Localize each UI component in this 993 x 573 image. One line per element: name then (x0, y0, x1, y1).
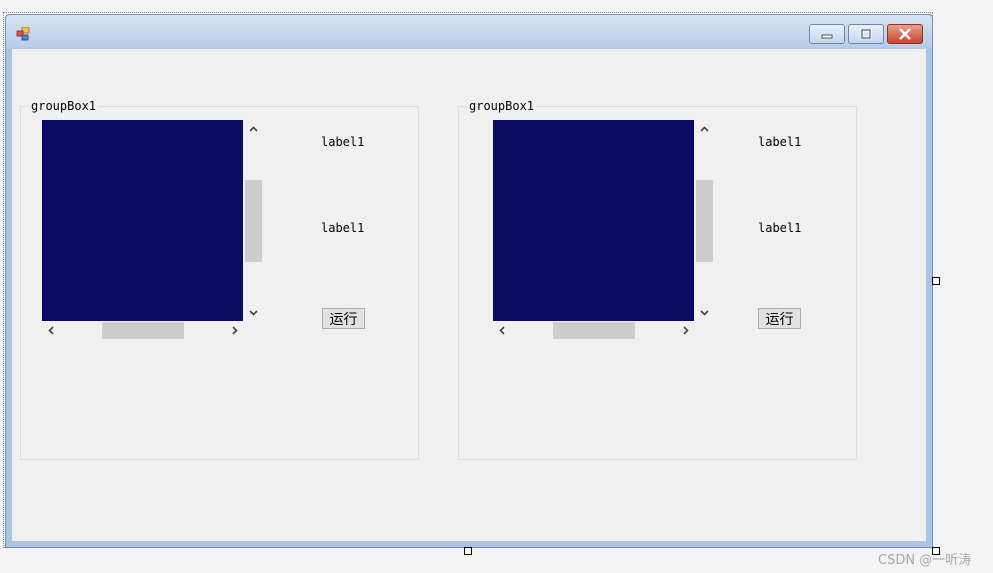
horizontal-scroll-thumb[interactable] (102, 322, 184, 339)
form-window[interactable]: groupBox1 label1 label1 运行 groupBox1 lab… (5, 14, 933, 548)
resize-handle-right[interactable] (932, 277, 940, 285)
title-bar[interactable] (6, 15, 932, 49)
chevron-right-icon (231, 326, 238, 335)
scroll-up-button[interactable] (696, 120, 713, 137)
chevron-right-icon (682, 326, 689, 335)
chevron-down-icon (700, 309, 709, 316)
maximize-icon (860, 29, 872, 39)
watermark: CSDN @一听涛 (878, 553, 972, 568)
scroll-down-button[interactable] (245, 304, 262, 321)
chevron-up-icon (700, 125, 709, 132)
chevron-left-icon (47, 326, 54, 335)
horizontal-scrollbar[interactable] (493, 322, 694, 339)
vertical-scrollbar[interactable] (245, 120, 262, 321)
run-button[interactable]: 运行 (322, 308, 365, 329)
scroll-left-button[interactable] (42, 322, 59, 339)
minimize-icon (821, 34, 833, 39)
label-bottom: label1 (321, 221, 365, 235)
minimize-button[interactable] (809, 24, 845, 44)
chevron-left-icon (498, 326, 505, 335)
group-box-2: groupBox1 label1 label1 运行 (458, 99, 857, 460)
group-box-1: groupBox1 label1 label1 运行 (20, 99, 419, 460)
label-bottom: label1 (758, 221, 802, 235)
scroll-up-button[interactable] (245, 120, 262, 137)
group-box-caption: groupBox1 (29, 99, 99, 113)
resize-handle-bottom[interactable] (464, 547, 472, 555)
app-icon (16, 27, 30, 41)
picture-box[interactable] (493, 120, 694, 321)
horizontal-scrollbar[interactable] (42, 322, 243, 339)
chevron-up-icon (249, 125, 258, 132)
scroll-right-button[interactable] (226, 322, 243, 339)
form-client-area: groupBox1 label1 label1 运行 groupBox1 lab… (12, 49, 926, 541)
label-top: label1 (321, 135, 365, 149)
scroll-left-button[interactable] (493, 322, 510, 339)
picture-box[interactable] (42, 120, 243, 321)
maximize-button[interactable] (848, 24, 884, 44)
chevron-down-icon (249, 309, 258, 316)
scroll-down-button[interactable] (696, 304, 713, 321)
close-button[interactable] (887, 24, 923, 44)
horizontal-scroll-thumb[interactable] (553, 322, 635, 339)
group-box-caption: groupBox1 (467, 99, 537, 113)
close-icon (899, 28, 911, 40)
vertical-scrollbar[interactable] (696, 120, 713, 321)
scroll-right-button[interactable] (677, 322, 694, 339)
vertical-scroll-thumb[interactable] (245, 180, 262, 262)
label-top: label1 (758, 135, 802, 149)
run-button[interactable]: 运行 (758, 308, 801, 329)
vertical-scroll-thumb[interactable] (696, 180, 713, 262)
